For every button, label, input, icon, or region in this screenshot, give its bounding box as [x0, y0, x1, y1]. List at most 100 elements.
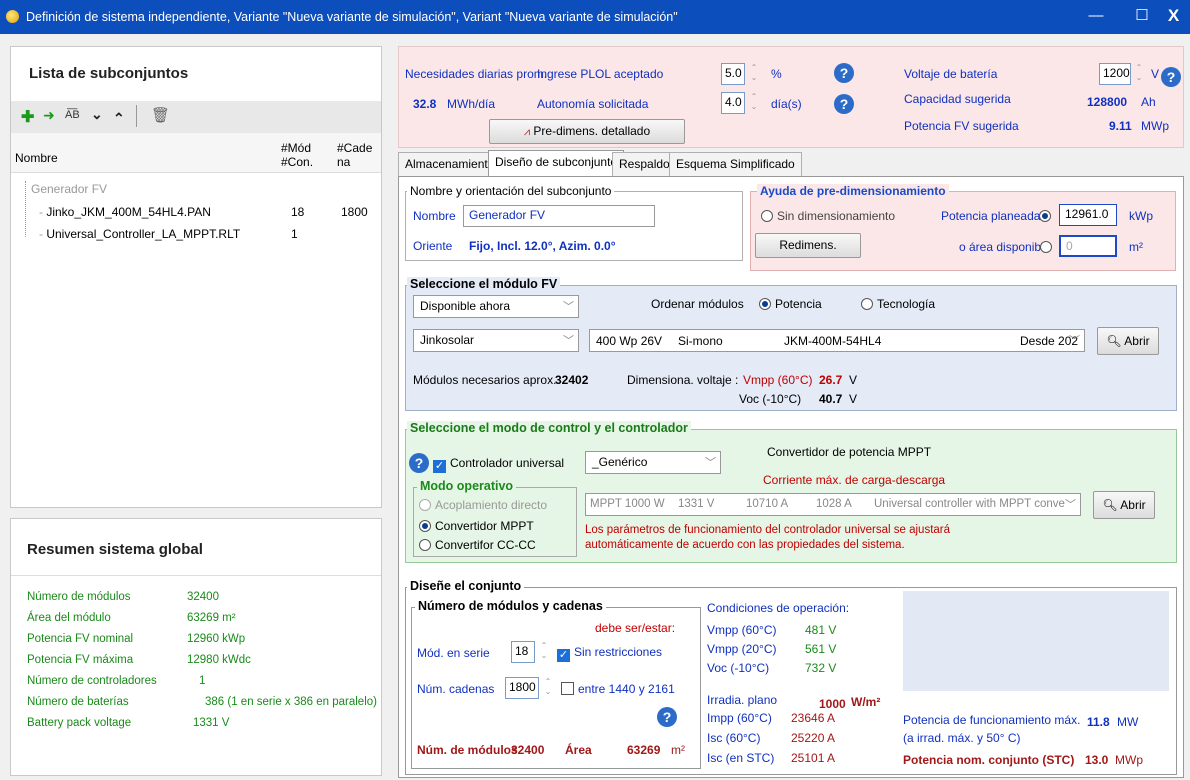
radio-icon	[1039, 210, 1051, 222]
trash-icon[interactable]: 🗑	[151, 106, 170, 124]
presizing-group	[750, 191, 1176, 271]
summary-value: 12960 kWp	[187, 633, 246, 645]
battery-voltage-input[interactable]: 1200	[1099, 63, 1131, 85]
toolbar-divider	[136, 105, 137, 127]
autonomy-spinner[interactable]: ⌃ ⌄	[749, 92, 759, 114]
voc-value: 40.7	[819, 392, 843, 406]
import-icon[interactable]: ➜	[43, 107, 55, 124]
summary-value: 386 (1 en serie x 386 en paralelo)	[205, 696, 377, 708]
area-value: 63269	[627, 743, 661, 757]
help-icon[interactable]: ?	[834, 94, 854, 114]
converter-title: Convertidor de potencia MPPT	[767, 445, 932, 459]
checkmark-icon: ✓	[433, 460, 446, 473]
tab-almacenamiento[interactable]: Almacenamiento	[398, 152, 502, 176]
resize-button[interactable]: Redimens.	[755, 233, 861, 258]
availability-select[interactable]: Disponible ahora ﹀	[413, 295, 579, 318]
search-icon: 🔍︎	[1102, 498, 1118, 512]
sort-tech-label: Tecnología	[877, 297, 936, 311]
item-cad: 1800	[341, 205, 368, 219]
module-open-button[interactable]: 🔍︎ Abrir	[1097, 327, 1159, 355]
plol-spinner[interactable]: ⌃ ⌄	[749, 63, 759, 85]
universal-controller-checkbox[interactable]: ✓ Controlador universal	[433, 456, 564, 473]
checkmark-icon: ✓	[557, 649, 570, 662]
add-icon[interactable]: ✚	[21, 107, 34, 127]
battery-voltage-spinner[interactable]: ⌃ ⌄	[1134, 63, 1144, 85]
pv-power-unit: MWp	[1141, 119, 1169, 133]
sort-power-radio[interactable]: Potencia	[759, 297, 822, 311]
area-input[interactable]: 0	[1059, 235, 1117, 257]
chevron-down-icon: ﹀	[705, 457, 716, 469]
needs-panel: Necesidades diarias prom. Ingrese PLOL a…	[398, 46, 1184, 148]
model-tech: Si-mono	[678, 334, 723, 348]
controller-brand-value: _Genérico	[592, 455, 648, 469]
item-mod: 18	[291, 205, 305, 219]
series-input[interactable]: 18	[511, 641, 535, 663]
controller-brand-select[interactable]: _Genérico ﹀	[585, 451, 721, 474]
modules-strings-title: Número de módulos y cadenas	[415, 599, 606, 613]
module-group-title: Seleccione el módulo FV	[407, 277, 561, 291]
item-mod: 1	[291, 227, 298, 241]
controller-open-button[interactable]: 🔍︎ Abrir	[1093, 491, 1155, 519]
autonomy-label: Autonomía solicitada	[537, 97, 649, 111]
help-icon[interactable]: ?	[1161, 67, 1181, 87]
tab-respaldo[interactable]: Respaldo	[612, 152, 677, 176]
rename-icon[interactable]: A͞B	[65, 109, 80, 121]
minimize-button[interactable]: —	[1073, 0, 1119, 34]
summary-value: 1331 V	[193, 717, 230, 729]
move-down-icon[interactable]: ⌄	[91, 106, 103, 123]
area-radio[interactable]	[1040, 240, 1056, 254]
strings-input[interactable]: 1800	[505, 677, 539, 699]
no-sizing-radio[interactable]: Sin dimensionamiento	[761, 209, 895, 223]
planned-power-unit: kWp	[1129, 209, 1153, 223]
tree-item-pan[interactable]: - Jinko_JKM_400M_54HL4.PAN	[39, 205, 211, 219]
op-label: Vmpp (60°C)	[707, 623, 777, 637]
summary-label: Número de controladores	[27, 675, 157, 687]
move-up-icon[interactable]: ⌃	[113, 110, 125, 127]
app-icon	[6, 10, 19, 23]
close-button[interactable]: X	[1157, 0, 1190, 34]
help-icon[interactable]: ?	[657, 707, 677, 727]
orient-label: Oriente	[413, 239, 453, 253]
cur-label: Isc (60°C)	[707, 731, 761, 745]
between-label: entre 1440 y 2161	[578, 682, 675, 696]
summary-panel: Resumen sistema global Número de módulos…	[10, 518, 382, 776]
list-header: Nombre #Mód #Con. #Cade na	[11, 133, 381, 173]
cur-value: 25220 A	[791, 731, 836, 745]
mode-dcdc-radio[interactable]: Convertifor CC-CC	[419, 538, 536, 552]
help-icon[interactable]: ?	[409, 453, 429, 473]
total-modules-label: Núm. de módulos	[417, 743, 518, 757]
controller-group-title: Seleccione el modo de control y el contr…	[407, 421, 691, 435]
planned-power-input[interactable]: 12961.0	[1059, 204, 1117, 226]
battery-voltage-unit: V	[1151, 67, 1160, 81]
name-input[interactable]: Generador FV	[463, 205, 655, 227]
between-checkbox[interactable]: entre 1440 y 2161	[561, 682, 675, 696]
plol-input[interactable]: 5.0	[721, 63, 745, 85]
sort-tech-radio[interactable]: Tecnología	[861, 297, 935, 311]
subarray-list-title: Lista de subconjuntos	[29, 65, 189, 82]
planned-power-radio[interactable]	[1039, 209, 1055, 223]
controller-model-select[interactable]: MPPT 1000 W 1331 V 10710 A 1028 A Univer…	[585, 493, 1081, 516]
strings-spinner[interactable]: ⌃ ⌄	[543, 677, 553, 699]
manufacturer-select[interactable]: Jinkosolar ﹀	[413, 329, 579, 352]
model-name: JKM-400M-54HL4	[784, 334, 882, 348]
daily-energy-value: 32.8	[413, 97, 437, 111]
no-restrict-checkbox[interactable]: ✓ Sin restricciones	[557, 645, 662, 662]
mode-direct-radio[interactable]: Acoplamiento directo	[419, 498, 547, 512]
pv-power-value: 9.11	[1109, 119, 1132, 133]
module-model-select[interactable]: 400 Wp 26V Si-mono JKM-400M-54HL4 Desde …	[589, 329, 1085, 352]
autonomy-input[interactable]: 4.0	[721, 92, 745, 114]
mode-mppt-label: Convertidor MPPT	[435, 519, 534, 533]
tree-root-generador[interactable]: Generador FV	[31, 182, 107, 196]
help-icon[interactable]: ?	[834, 63, 854, 83]
nominal-power-unit: MWp	[1115, 753, 1143, 767]
tree-item-controller[interactable]: - Universal_Controller_LA_MPPT.RLT	[39, 227, 240, 241]
array-group-title: Diseñe el conjunto	[407, 579, 525, 593]
predim-button[interactable]: ⩘ Pre-dimens. detallado	[489, 119, 685, 144]
tree-line	[25, 181, 26, 237]
tab-diseno-subconjunto[interactable]: Diseño de subconjunto	[488, 150, 625, 176]
planned-power-label: Potencia planeada	[941, 209, 1041, 223]
tab-esquema-simplificado[interactable]: Esquema Simplificado	[669, 152, 802, 176]
irradiance-value: 1000	[819, 697, 846, 711]
mode-mppt-radio[interactable]: Convertidor MPPT	[419, 519, 534, 533]
series-spinner[interactable]: ⌃ ⌄	[539, 641, 549, 663]
